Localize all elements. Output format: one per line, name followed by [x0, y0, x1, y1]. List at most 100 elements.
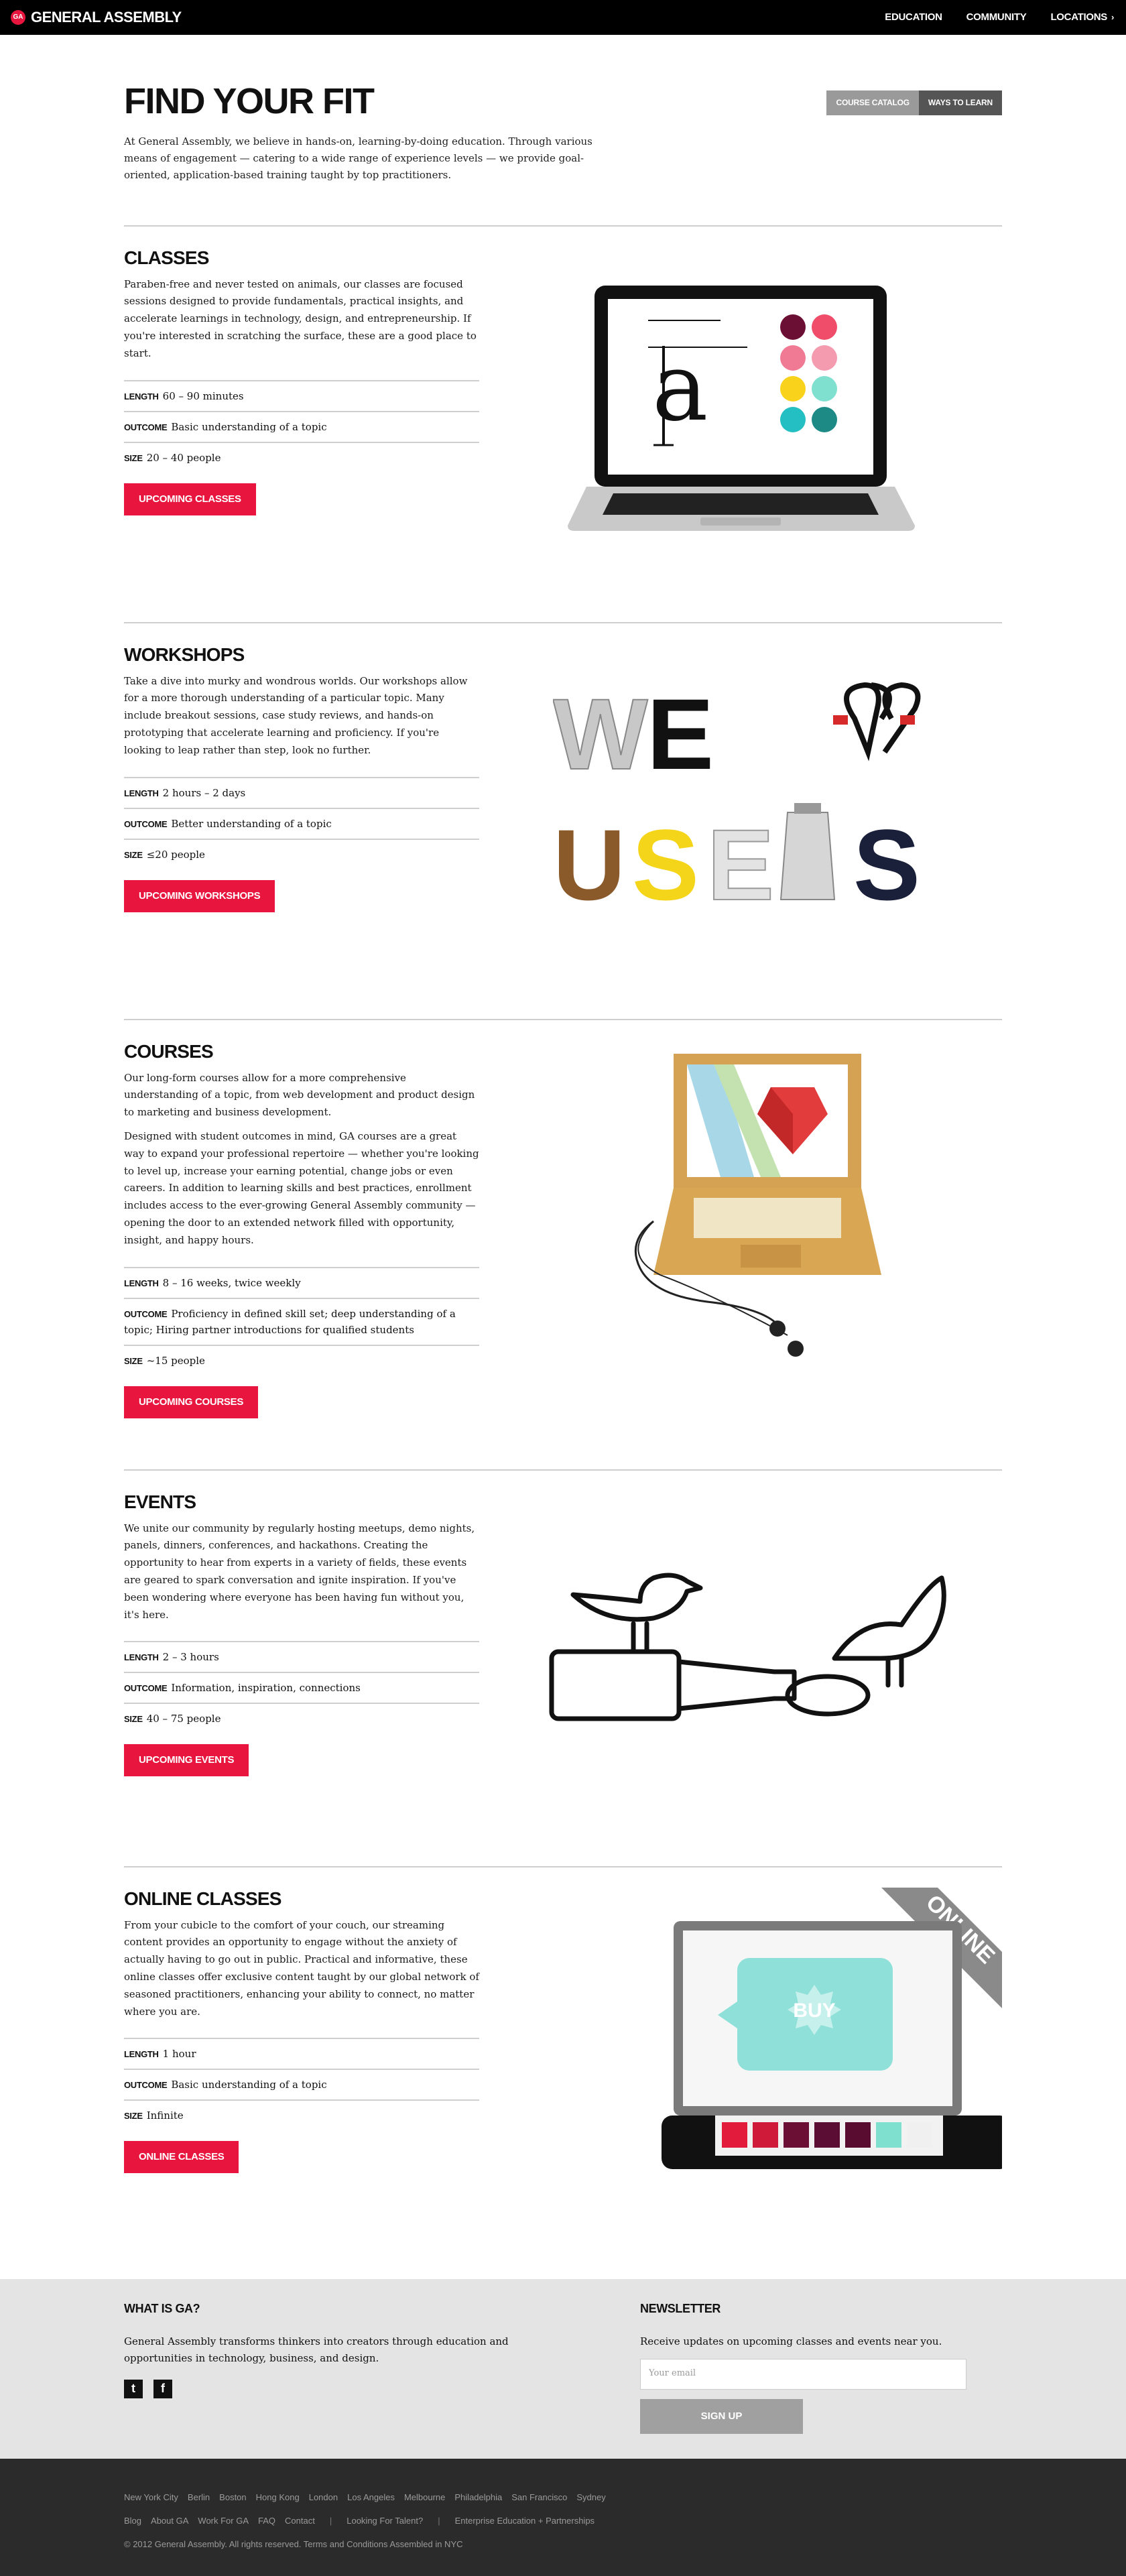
spec-size: SIZE Infinite	[124, 2099, 479, 2130]
section-classes: CLASSES Paraben-free and never tested on…	[124, 225, 1002, 622]
section-courses: COURSES Our long-form courses allow for …	[124, 1019, 1002, 1469]
footer-link[interactable]: Blog	[124, 2514, 141, 2528]
city-link[interactable]: Sydney	[576, 2491, 605, 2505]
letter-u: U	[553, 808, 625, 921]
upcoming-courses-button[interactable]: UPCOMING COURSES	[124, 1386, 259, 1418]
upcoming-workshops-button[interactable]: UPCOMING WORKSHOPS	[124, 879, 275, 912]
footer-link[interactable]: FAQ	[258, 2514, 275, 2528]
section-description: Paraben-free and never tested on animals…	[124, 278, 477, 359]
view-toggle: COURSE CATALOG WAYS TO LEARN	[826, 90, 1002, 116]
nav-education[interactable]: EDUCATION	[873, 9, 954, 25]
city-link[interactable]: New York City	[124, 2491, 178, 2505]
spec-list: LENGTH 60 – 90 minutes OUTCOME Basic under…	[124, 379, 479, 473]
spec-outcome: OUTCOME Basic understanding of a topic	[124, 410, 479, 442]
section-description: Take a dive into murky and wondrous worl…	[124, 674, 468, 756]
color-swatch	[876, 2122, 901, 2148]
spec-outcome: OUTCOME Better understanding of a topic	[124, 807, 479, 839]
brand-name: GENERAL ASSEMBLY	[31, 9, 182, 26]
color-swatch	[907, 2122, 932, 2148]
letter-s2: S	[853, 808, 920, 921]
upcoming-classes-button[interactable]: UPCOMING CLASSES	[124, 483, 256, 515]
footer-link[interactable]: Contact	[285, 2514, 315, 2528]
buy-label: BUY	[793, 2000, 835, 2022]
letter-e2: E	[707, 808, 774, 921]
spec-list: LENGTH 2 hours – 2 days OUTCOME Better und…	[124, 776, 479, 869]
hero: FIND YOUR FIT At General Assembly, we be…	[124, 35, 1002, 225]
twitter-icon[interactable]: t	[124, 2379, 143, 2398]
birds-bottle-illustration	[546, 1571, 948, 1757]
section-events: EVENTS We unite our community by regular…	[124, 1469, 1002, 1866]
spec-size: SIZE ≤20 people	[124, 838, 479, 869]
spec-length: LENGTH 2 hours – 2 days	[124, 776, 479, 808]
footer-link[interactable]: About GA	[151, 2514, 188, 2528]
looking-for-talent-link[interactable]: Looking For Talent?	[347, 2514, 423, 2528]
what-is-ga-title: WHAT IS GA?	[124, 2302, 200, 2315]
newsletter-text: Receive updates on upcoming classes and …	[640, 2335, 942, 2347]
section-title: WORKSHOPS	[124, 644, 245, 665]
separator: |	[329, 2515, 332, 2526]
footer-info: WHAT IS GA? General Assembly transforms …	[0, 2279, 1126, 2459]
city-link[interactable]: San Francisco	[511, 2491, 567, 2505]
section-title: COURSES	[124, 1041, 214, 1062]
spec-list: LENGTH 8 – 16 weeks, twice weekly OUTCOME…	[124, 1266, 479, 1375]
social-links: t f	[124, 2379, 640, 2398]
svg-text:a: a	[652, 333, 708, 442]
spec-size: SIZE 40 – 75 people	[124, 1703, 479, 1733]
sign-up-button[interactable]: SIGN UP	[640, 2398, 803, 2434]
city-link[interactable]: Berlin	[188, 2491, 210, 2505]
spec-length: LENGTH 1 hour	[124, 2038, 479, 2069]
tab-ways-to-learn[interactable]: WAYS TO LEARN	[918, 90, 1002, 116]
we-love-users-illustration: W E U S E S	[552, 677, 942, 938]
newsletter-title: NEWSLETTER	[640, 2302, 721, 2315]
facebook-icon[interactable]: f	[153, 2379, 172, 2398]
what-is-ga-text: General Assembly transforms thinkers int…	[124, 2335, 509, 2365]
city-link[interactable]: Philadelphia	[454, 2491, 502, 2505]
top-nav: GA GENERAL ASSEMBLY EDUCATION COMMUNITY …	[0, 0, 1126, 35]
upcoming-events-button[interactable]: UPCOMING EVENTS	[124, 1744, 249, 1777]
spec-outcome: OUTCOME Basic understanding of a topic	[124, 2069, 479, 2099]
color-swatches	[722, 2122, 932, 2148]
letter-s: S	[632, 808, 699, 921]
chevron-right-icon: ›	[1111, 11, 1114, 22]
spec-length: LENGTH 2 – 3 hours	[124, 1641, 479, 1672]
copyright: © 2012 General Assembly. All rights rese…	[124, 2538, 463, 2549]
color-swatch	[722, 2122, 747, 2148]
footer-nav-links: Blog About GA Work For GA FAQ Contact | Lookin…	[124, 2514, 1002, 2528]
email-input[interactable]: Your email	[640, 2358, 966, 2390]
color-swatch	[845, 2122, 871, 2148]
spec-list: LENGTH 2 – 3 hours OUTCOME Information, in…	[124, 1641, 479, 1733]
brand-logo[interactable]: GA GENERAL ASSEMBLY	[11, 5, 182, 29]
color-swatch	[814, 2122, 840, 2148]
nav-links: EDUCATION COMMUNITY LOCATIONS ›	[873, 0, 1126, 35]
spec-outcome: OUTCOME Proficiency in defined skill set;…	[124, 1297, 479, 1345]
enterprise-link[interactable]: Enterprise Education + Partnerships	[455, 2514, 595, 2528]
footer-link[interactable]: Work For GA	[198, 2514, 249, 2528]
city-link[interactable]: London	[309, 2491, 338, 2505]
spec-size: SIZE 20 – 40 people	[124, 441, 479, 473]
city-link[interactable]: Hong Kong	[256, 2491, 300, 2505]
online-classes-button[interactable]: ONLINE CLASSES	[124, 2141, 239, 2174]
hero-intro: At General Assembly, we believe in hands…	[124, 135, 592, 181]
section-description: Our long-form courses allow for a more c…	[124, 1071, 475, 1119]
city-link[interactable]: Melbourne	[404, 2491, 445, 2505]
section-description: We unite our community by regularly host…	[124, 1522, 475, 1621]
separator: |	[438, 2515, 440, 2526]
cardboard-laptop-illustration	[613, 1054, 881, 1380]
nav-locations[interactable]: LOCATIONS ›	[1038, 9, 1126, 25]
letter-w: W	[553, 678, 648, 790]
spec-list: LENGTH 1 hour OUTCOME Basic understanding …	[124, 2038, 479, 2130]
nav-community[interactable]: COMMUNITY	[954, 9, 1039, 25]
letter-e: E	[647, 678, 714, 790]
section-title: ONLINE CLASSES	[124, 1888, 282, 1909]
city-link[interactable]: Los Angeles	[347, 2491, 395, 2505]
section-description-2: Designed with student outcomes in mind, …	[124, 1129, 479, 1246]
color-swatch	[784, 2122, 809, 2148]
spec-outcome: OUTCOME Information, inspiration, connect…	[124, 1672, 479, 1703]
city-link[interactable]: Boston	[219, 2491, 246, 2505]
footer-links: New York City Berlin Boston Hong Kong London…	[0, 2459, 1126, 2576]
spec-length: LENGTH 60 – 90 minutes	[124, 379, 479, 411]
tab-course-catalog[interactable]: COURSE CATALOG	[826, 90, 919, 116]
section-workshops: WORKSHOPS Take a dive into murky and won…	[124, 622, 1002, 1019]
section-title: EVENTS	[124, 1491, 196, 1512]
spec-size: SIZE ~15 people	[124, 1344, 479, 1375]
